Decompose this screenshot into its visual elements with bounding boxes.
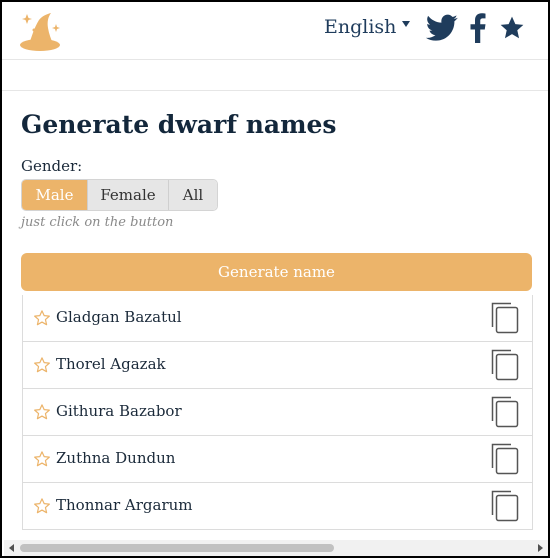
chevron-down-icon	[402, 21, 411, 27]
twitter-icon	[426, 14, 458, 41]
facebook-link[interactable]	[468, 12, 488, 44]
favorites-link[interactable]	[498, 12, 526, 44]
favorite-star-icon[interactable]	[33, 309, 51, 327]
hint-text: just click on the button	[21, 215, 174, 230]
list-item: Gladgan Bazatul	[23, 295, 532, 341]
gender-label: Gender:	[21, 157, 83, 175]
scrollbar-thumb[interactable]	[20, 544, 334, 552]
copy-icon[interactable]	[491, 443, 519, 475]
name-list: Gladgan Bazatul Thorel Agazak Githura Ba…	[22, 295, 533, 530]
copy-icon[interactable]	[491, 302, 519, 334]
horizontal-scrollbar[interactable]	[4, 540, 548, 556]
twitter-link[interactable]	[426, 12, 458, 44]
favorite-star-icon[interactable]	[33, 356, 51, 374]
scroll-right-icon[interactable]	[538, 544, 543, 552]
list-item: Thonnar Argarum	[23, 482, 532, 529]
star-icon	[500, 16, 524, 39]
generated-name: Githura Bazabor	[56, 402, 182, 420]
copy-icon[interactable]	[491, 396, 519, 428]
generated-name: Zuthna Dundun	[56, 449, 176, 467]
top-bar: English	[2, 2, 548, 60]
language-label: English	[324, 16, 397, 38]
list-item: Githura Bazabor	[23, 388, 532, 435]
copy-icon[interactable]	[491, 490, 519, 522]
list-item: Zuthna Dundun	[23, 435, 532, 482]
header-divider	[2, 59, 548, 60]
facebook-icon	[470, 13, 486, 43]
language-selector[interactable]: English	[324, 16, 411, 38]
favorite-star-icon[interactable]	[33, 450, 51, 468]
list-item: Thorel Agazak	[23, 341, 532, 388]
gender-option-female[interactable]: Female	[87, 180, 168, 210]
section-divider	[2, 90, 548, 91]
app-frame: English Generate dwarf names Gender: Mal…	[0, 0, 550, 558]
gender-option-all[interactable]: All	[168, 180, 217, 210]
page-title: Generate dwarf names	[21, 110, 337, 139]
scroll-left-icon[interactable]	[9, 544, 14, 552]
gender-option-male[interactable]: Male	[22, 180, 87, 210]
favorite-star-icon[interactable]	[33, 403, 51, 421]
generate-name-button[interactable]: Generate name	[21, 253, 532, 291]
copy-icon[interactable]	[491, 349, 519, 381]
gender-selector: Male Female All	[21, 179, 218, 211]
generated-name: Gladgan Bazatul	[56, 308, 182, 326]
wizard-hat-logo-icon[interactable]	[18, 8, 64, 54]
favorite-star-icon[interactable]	[33, 497, 51, 515]
generated-name: Thorel Agazak	[56, 355, 166, 373]
generated-name: Thonnar Argarum	[56, 496, 193, 514]
